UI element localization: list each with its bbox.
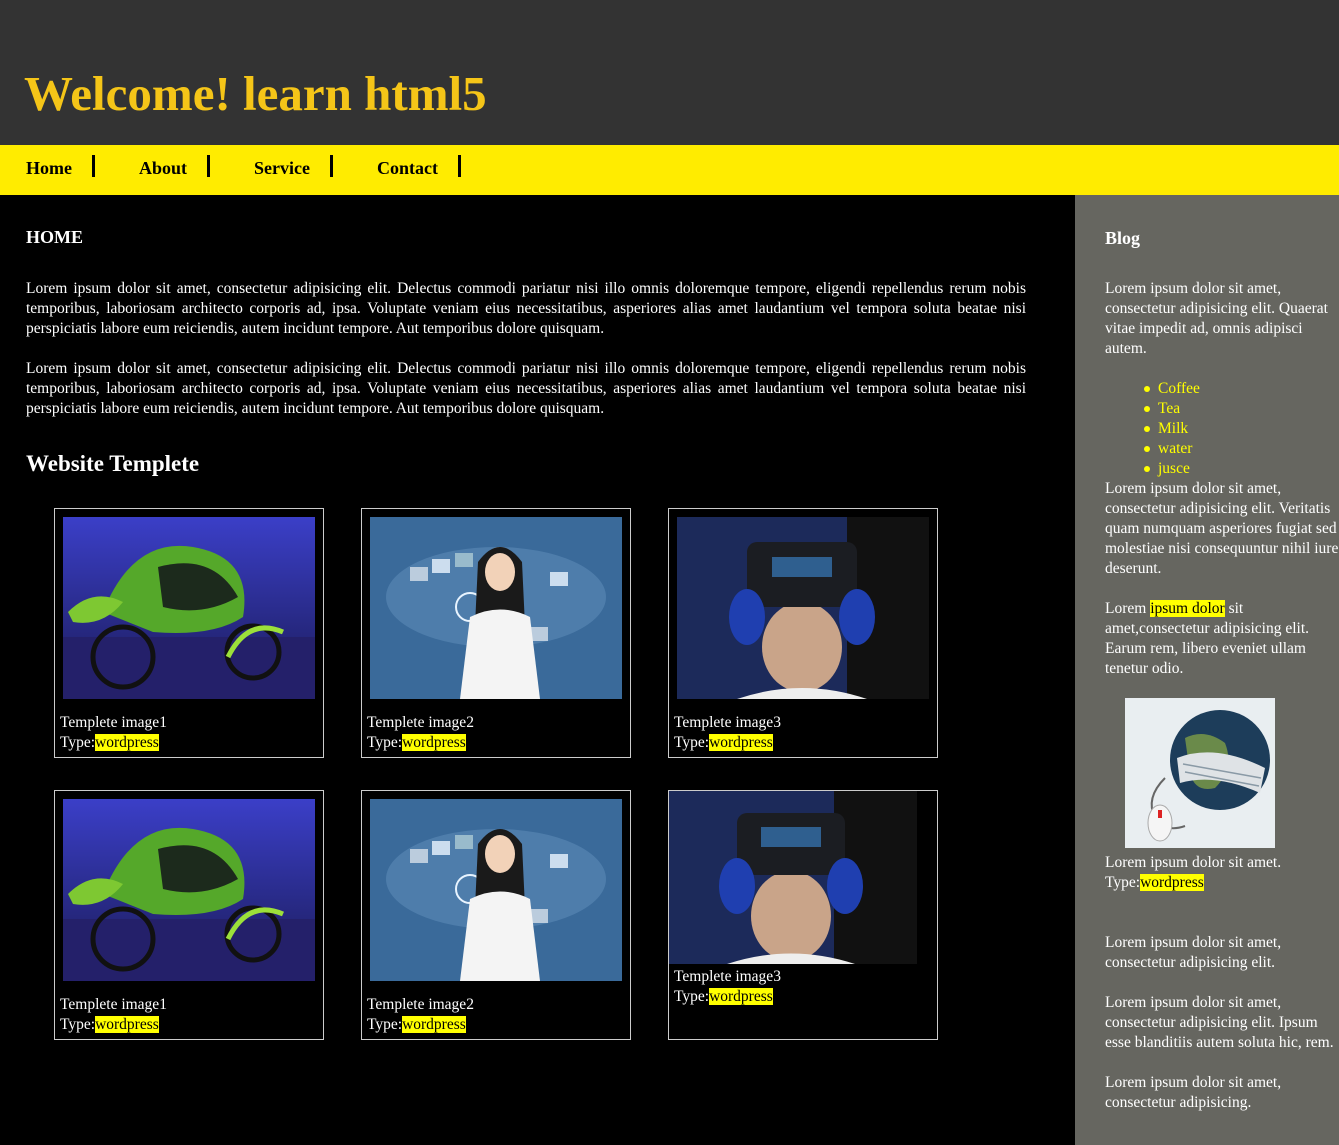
nav-service[interactable]: Service (254, 157, 310, 179)
green-bike-image (63, 799, 315, 981)
template-card[interactable]: Templete image2 Type:wordpress (361, 508, 631, 758)
template-card[interactable]: Templete image3 Type:wordpress (668, 790, 938, 1040)
template-type: Type:wordpress (367, 734, 466, 751)
templates-title: Website Templete (26, 451, 200, 476)
image-caption: Lorem ipsum dolor sit amet. (1105, 854, 1282, 871)
template-card[interactable]: Templete image2 Type:wordpress (361, 790, 631, 1040)
section-title: HOME (26, 227, 83, 247)
nav-divider (92, 155, 95, 177)
template-name: Templete image2 (367, 714, 474, 731)
main-content: HOME Lorem ipsum dolor sit amet, consect… (0, 195, 1075, 1145)
highlight-text: ipsum dolor (1150, 600, 1225, 617)
blog-text: Lorem ipsum dolor sit amet, consectetur … (1105, 994, 1334, 1051)
list-item: water (1144, 439, 1200, 459)
site-header: Welcome! learn html5 (0, 0, 1339, 145)
main-nav: Home About Service Contact (0, 145, 1339, 195)
intro-paragraph: Lorem ipsum dolor sit amet, consectetur … (26, 280, 1026, 337)
template-name: Templete image1 (60, 714, 167, 731)
nav-divider (330, 155, 333, 177)
blog-text: Lorem ipsum dolor sit amet, consectetur … (1105, 480, 1339, 577)
template-name: Templete image2 (367, 996, 474, 1013)
list-item: Milk (1144, 419, 1200, 439)
blog-list: Coffee Tea Milk water jusce (1144, 379, 1200, 479)
template-type: Type:wordpress (60, 734, 159, 751)
template-card[interactable]: Templete image1 Type:wordpress (54, 790, 324, 1040)
nav-about[interactable]: About (139, 157, 187, 179)
nav-divider (458, 155, 461, 177)
blog-text: Lorem ipsum dolor sit amet, consectetur … (1105, 280, 1328, 357)
template-type: Type:wordpress (60, 1016, 159, 1033)
globe-keyboard-image (1125, 698, 1275, 848)
template-type: Type:wordpress (674, 734, 773, 751)
list-item: jusce (1144, 459, 1200, 479)
caption-type: Type:wordpress (1105, 874, 1204, 891)
nav-contact[interactable]: Contact (377, 157, 438, 179)
template-card[interactable]: Templete image1 Type:wordpress (54, 508, 324, 758)
template-type: Type:wordpress (367, 1016, 466, 1033)
list-item: Tea (1144, 399, 1200, 419)
woman-interface-image (370, 799, 622, 981)
type-badge: wordpress (709, 734, 773, 751)
type-badge: wordpress (1140, 874, 1204, 891)
site-title: Welcome! learn html5 (24, 66, 487, 121)
vr-headset-image (677, 517, 929, 699)
blog-title: Blog (1105, 228, 1141, 248)
blog-text: Lorem ipsum dolor sit amet, consectetur … (1105, 1074, 1282, 1111)
woman-interface-image (370, 517, 622, 699)
vr-headset-image (669, 791, 917, 964)
nav-home[interactable]: Home (26, 157, 72, 179)
template-name: Templete image1 (60, 996, 167, 1013)
intro-paragraph: Lorem ipsum dolor sit amet, consectetur … (26, 360, 1026, 417)
template-name: Templete image3 (674, 968, 781, 985)
nav-divider (207, 155, 210, 177)
blog-sidebar: Blog Lorem ipsum dolor sit amet, consect… (1075, 195, 1339, 1145)
template-card[interactable]: Templete image3 Type:wordpress (668, 508, 938, 758)
type-badge: wordpress (709, 988, 773, 1005)
type-badge: wordpress (402, 734, 466, 751)
template-name: Templete image3 (674, 714, 781, 731)
template-type: Type:wordpress (674, 988, 773, 1005)
blog-text: Lorem ipsum dolor sit amet, consectetur … (1105, 934, 1282, 971)
blog-text: Lorem ipsum dolor sit amet,consectetur a… (1105, 600, 1310, 677)
list-item: Coffee (1144, 380, 1200, 397)
green-bike-image (63, 517, 315, 699)
type-badge: wordpress (95, 1016, 159, 1033)
type-badge: wordpress (402, 1016, 466, 1033)
type-badge: wordpress (95, 734, 159, 751)
